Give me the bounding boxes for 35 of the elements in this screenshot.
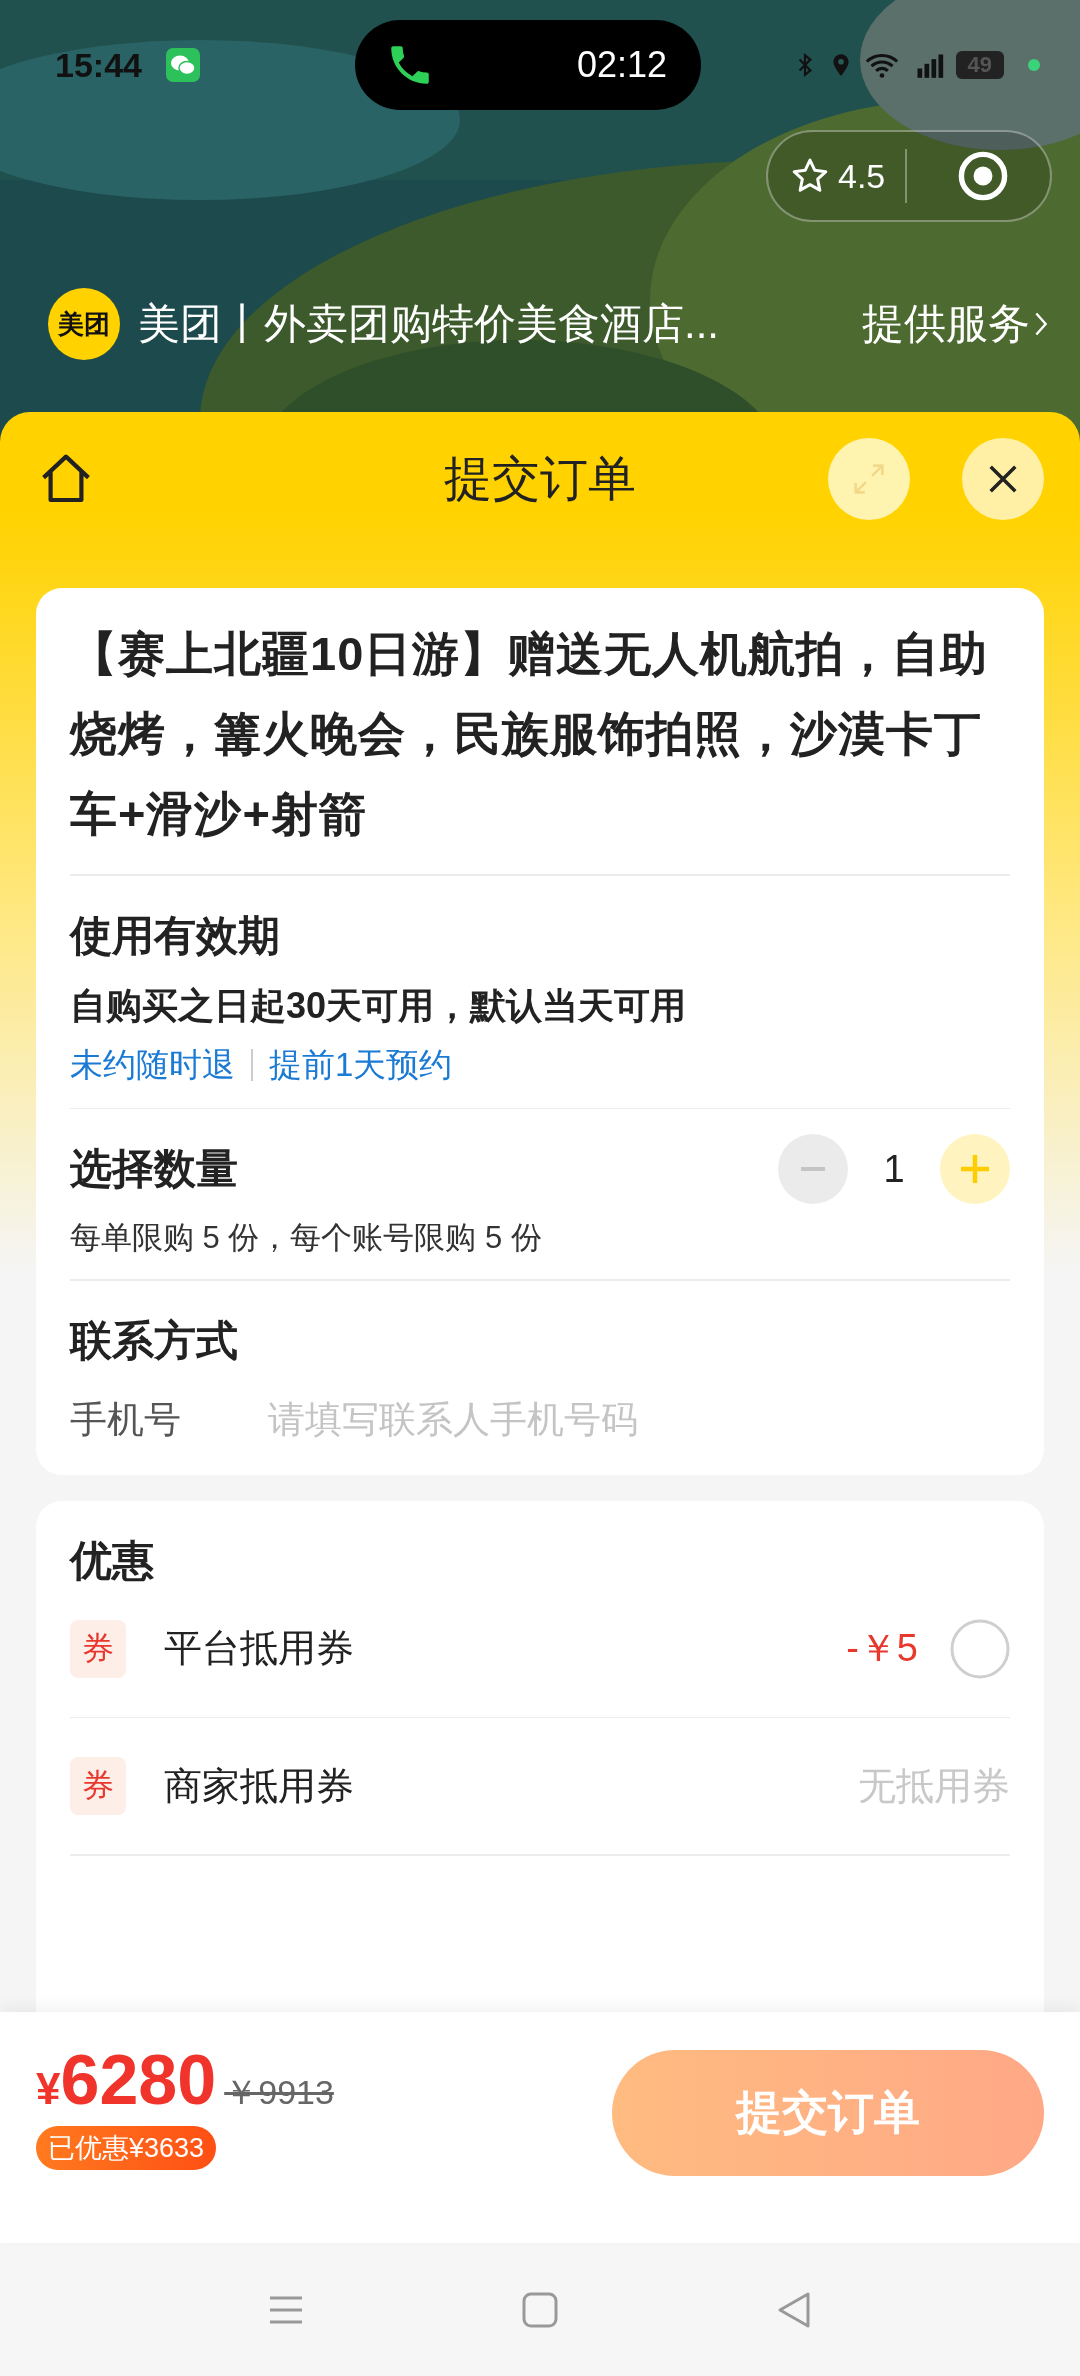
phone-input-field[interactable]: 请填写联系人手机号码 <box>268 1398 1010 1441</box>
coupon-name: 商家抵用券 <box>164 1763 354 1809</box>
policy-tag: 提前1天预约 <box>269 1042 453 1088</box>
section-heading: 联系方式 <box>70 1315 239 1366</box>
call-timer: 02:12 <box>576 44 667 86</box>
coupon-badge: 券 <box>70 1757 126 1815</box>
plus-button[interactable] <box>940 1134 1010 1204</box>
purchase-limit-note: 每单限购 5 份，每个账号限购 5 份 <box>70 1219 543 1257</box>
validity-text: 自购买之日起30天可用，默认当天可用 <box>70 983 688 1028</box>
currency-sign: ¥ <box>36 2064 61 2114</box>
discount-badge: 已优惠¥3633 <box>36 2126 217 2170</box>
wifi-icon <box>863 51 900 79</box>
sheet-title: 提交订单 <box>444 450 636 507</box>
section-heading: 使用有效期 <box>70 910 281 961</box>
coupon-name: 平台抵用券 <box>164 1626 354 1671</box>
chat-app-icon <box>165 48 200 82</box>
mini-program-name: 美团丨外卖团购特价美食酒店... <box>138 299 719 349</box>
call-pill[interactable]: 02:12 <box>354 20 701 110</box>
privacy-dot-icon <box>1028 59 1040 71</box>
quantity-value: 1 <box>882 1147 906 1191</box>
rating-value: 4.5 <box>838 156 886 196</box>
policy-tag: 未约随时退 <box>70 1042 235 1088</box>
price: 6280 <box>60 2040 217 2120</box>
original-price: ￥9913 <box>224 2072 334 2113</box>
coupon-value: -￥5 <box>846 1626 918 1671</box>
target-icon[interactable] <box>956 149 1010 203</box>
coupon-badge: 券 <box>70 1619 126 1678</box>
product-title: 【赛上北疆10日游】赠送无人机航拍，自助烧烤，篝火晚会，民族服饰拍照，沙漠卡丁车+滑沙+射箭 <box>70 626 990 842</box>
radio-button[interactable] <box>950 1618 1010 1679</box>
status-time: 15:44 <box>55 45 142 85</box>
service-link[interactable]: 提供服务 <box>862 296 1030 352</box>
section-heading: 选择数量 <box>70 1144 238 1194</box>
section-heading: 优惠 <box>70 1535 155 1586</box>
close-icon[interactable] <box>962 437 1044 520</box>
phone-label: 手机号 <box>70 1397 182 1442</box>
